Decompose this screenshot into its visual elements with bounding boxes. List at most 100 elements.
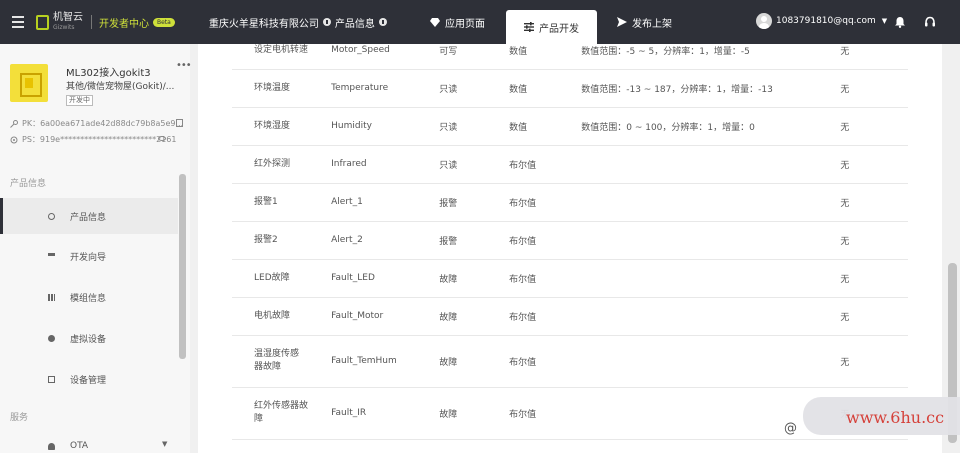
datapoint-name: 设定电机转速	[232, 44, 332, 70]
company-selector[interactable]: 重庆火羊星科技有限公司 产品信息	[209, 15, 387, 30]
datapoint-desc	[581, 145, 841, 184]
copy-icon[interactable]	[176, 119, 183, 127]
table-row: 红外探测 Infrared 只读 布尔值 无	[232, 145, 908, 184]
nav-product-dev[interactable]: 产品开发	[506, 10, 597, 44]
watermark-at: @	[784, 421, 797, 436]
datapoint-rw: 故障	[439, 259, 510, 298]
headset-icon[interactable]	[924, 16, 936, 28]
main-panel: 设定电机转速 Motor_Speed 可写 数值 数值范围：-5 ~ 5，分辨率：1，增…	[198, 44, 942, 453]
datapoint-id: Fault_Motor	[331, 297, 440, 336]
sidebar-item-module-info[interactable]: 模组信息	[0, 279, 178, 315]
datapoint-name: 电机故障	[232, 297, 332, 336]
datapoint-type: 布尔值	[509, 387, 582, 440]
send-icon	[617, 17, 627, 27]
device-icon	[48, 334, 55, 342]
datapoint-name: 环境温度	[232, 69, 332, 108]
logo-cn: 机智云	[53, 12, 83, 23]
product-secret: PS：919e************************2161	[10, 134, 176, 145]
status-badge: 开发中	[66, 95, 93, 106]
datapoint-rw: 只读	[439, 145, 510, 184]
section-title: 服务	[10, 413, 29, 423]
datapoint-id: Alert_1	[331, 183, 440, 222]
sidebar-item-device-mgmt[interactable]: 设备管理	[0, 361, 178, 397]
eye-icon[interactable]	[158, 136, 166, 141]
info-icon[interactable]	[322, 18, 331, 26]
datapoint-id: Fault_LED	[331, 259, 440, 298]
product-name: ML302接入gokit3	[66, 68, 151, 79]
sidebar-scrollbar[interactable]	[179, 174, 186, 359]
datapoint-id: Humidity	[331, 107, 440, 146]
datapoint-desc	[581, 297, 841, 336]
sidebar-item-virtual-device[interactable]: 虚拟设备	[0, 320, 178, 356]
key-icon	[10, 119, 18, 128]
sidebar-item-label: 模组信息	[70, 293, 107, 304]
sidebar-item-label: OTA	[70, 441, 89, 451]
company-name: 重庆火羊星科技有限公司	[208, 18, 319, 30]
more-icon[interactable]: •••	[176, 60, 192, 71]
table-row: 环境温度 Temperature 只读 数值 数值范围：-13 ~ 187，分辨率：1，…	[232, 69, 908, 108]
datapoint-rw: 只读	[439, 107, 510, 146]
datapoint-remark: 无	[840, 44, 908, 70]
top-bar: 机智云 Gizwits 开发者中心 Beta 重庆火羊星科技有限公司 产品信息 …	[0, 0, 960, 44]
datapoint-rw: 故障	[439, 335, 510, 388]
cloud-icon	[48, 442, 55, 450]
sidebar-item-dev-guide[interactable]: 开发向导	[0, 238, 178, 274]
datapoint-remark: 无	[840, 335, 908, 388]
table-row: LED故障 Fault_LED 故障 布尔值 无	[232, 259, 908, 298]
sidebar-item-label: 虚拟设备	[70, 334, 107, 345]
sidebar-item-product-info[interactable]: 产品信息	[0, 198, 178, 234]
datapoint-remark: 无	[840, 69, 908, 108]
datapoint-desc	[581, 387, 841, 440]
sidebar-item-label: 设备管理	[70, 375, 107, 386]
nav-app-pages[interactable]: 应用页面	[430, 0, 485, 44]
product-info-link[interactable]: 产品信息	[335, 15, 375, 30]
sliders-icon	[524, 22, 534, 32]
datapoint-rw: 故障	[439, 297, 510, 336]
bell-icon[interactable]	[894, 16, 906, 28]
logo[interactable]: 机智云 Gizwits	[36, 13, 83, 31]
datapoint-type: 布尔值	[509, 259, 582, 298]
user-menu[interactable]: 1083791810@qq.com ▼	[756, 13, 887, 29]
ps-text: PS：919e************************2161	[22, 135, 177, 144]
datapoint-remark: 无	[840, 221, 908, 260]
nav-label: 应用页面	[445, 18, 485, 30]
table-row: 温湿度传感 器故障 Fault_TemHum 故障 布尔值 无	[232, 335, 908, 388]
datapoint-type: 布尔值	[509, 297, 582, 336]
datapoint-type: 布尔值	[509, 145, 582, 184]
user-email: 1083791810@qq.com	[776, 16, 876, 26]
datapoint-remark: 无	[840, 183, 908, 222]
datapoint-rw: 报警	[439, 221, 510, 260]
product-key: PK：6a00ea671ade42d88dc79b8a5e9...	[10, 118, 183, 129]
datapoint-desc	[581, 183, 841, 222]
sidebar: ML302接入gokit3 ••• 其他/微信宠物屋(Gokit)/... 开发…	[0, 44, 192, 453]
datapoint-rw: 报警	[439, 183, 510, 222]
nav-publish[interactable]: 发布上架	[617, 0, 672, 44]
datapoint-id: Temperature	[331, 69, 440, 108]
datapoint-id: Alert_2	[331, 221, 440, 260]
avatar	[756, 13, 772, 29]
datapoint-type: 布尔值	[509, 183, 582, 222]
divider	[91, 15, 92, 29]
datapoint-rw: 故障	[439, 387, 510, 440]
datapoint-id: Fault_IR	[331, 387, 440, 440]
module-icon	[48, 293, 55, 301]
pk-text: PK：6a00ea671ade42d88dc79b8a5e9...	[22, 119, 184, 128]
datapoint-table: 设定电机转速 Motor_Speed 可写 数值 数值范围：-5 ~ 5，分辨率：1，增…	[232, 44, 908, 440]
info-icon[interactable]	[378, 18, 387, 26]
datapoint-type: 数值	[509, 107, 582, 146]
datapoint-desc	[581, 259, 841, 298]
sidebar-item-label: 产品信息	[70, 212, 107, 223]
datapoint-rw: 只读	[439, 69, 510, 108]
chevron-down-icon[interactable]: ▼	[162, 440, 167, 448]
table-row: 报警2 Alert_2 报警 布尔值 无	[232, 221, 908, 260]
datapoint-rw: 可写	[439, 44, 510, 70]
product-card: ML302接入gokit3 ••• 其他/微信宠物屋(Gokit)/... 开发…	[0, 44, 192, 156]
dev-center-title[interactable]: 开发者中心	[99, 15, 149, 30]
sidebar-item-ota[interactable]: OTA	[0, 428, 178, 453]
beta-badge: Beta	[153, 17, 175, 27]
datapoint-id: Fault_TemHum	[331, 335, 440, 388]
menu-icon[interactable]	[0, 0, 36, 44]
product-image	[10, 64, 48, 102]
datapoint-remark: 无	[840, 145, 908, 184]
nav-label: 发布上架	[632, 18, 672, 30]
